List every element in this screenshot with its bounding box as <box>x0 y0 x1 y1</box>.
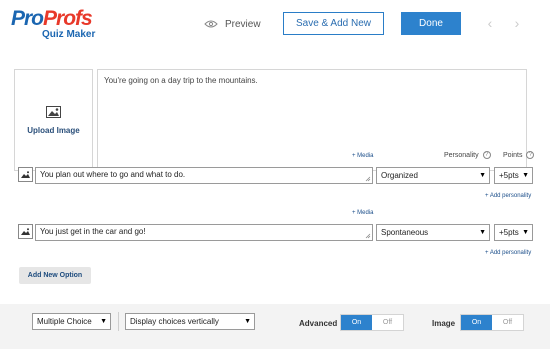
eye-icon <box>204 20 218 28</box>
logo-text-profs: Profs <box>43 7 93 30</box>
proprofs-logo: ProProfs Quiz Maker <box>11 7 101 41</box>
points-column-header: Points ? <box>503 151 535 159</box>
points-selected-value: +5pts <box>499 228 519 237</box>
preview-label: Preview <box>225 18 261 30</box>
advanced-off-option[interactable]: Off <box>372 315 403 330</box>
advanced-toggle[interactable]: On Off <box>340 314 404 331</box>
option-image-button[interactable] <box>18 167 33 182</box>
chevron-down-icon: ▼ <box>479 229 486 236</box>
image-icon <box>21 171 30 178</box>
personality-column-label: Personality <box>444 151 479 159</box>
chevron-down-icon: ▼ <box>479 172 486 179</box>
image-icon <box>46 105 61 118</box>
save-and-add-new-button[interactable]: Save & Add New <box>283 12 384 35</box>
chevron-down-icon: ▼ <box>522 172 529 179</box>
question-type-value: Multiple Choice <box>37 317 92 326</box>
image-on-option[interactable]: On <box>461 315 492 330</box>
points-selected-value: +5pts <box>499 171 519 180</box>
chevron-down-icon: ▼ <box>244 318 251 325</box>
option-text: You just get in the car and go! <box>40 227 146 236</box>
points-select[interactable]: +5pts ▼ <box>494 167 533 184</box>
chevron-down-icon: ▼ <box>522 229 529 236</box>
points-column-label: Points <box>503 151 523 159</box>
option-text: You plan out where to go and what to do. <box>40 170 186 179</box>
option-image-button[interactable] <box>18 224 33 239</box>
preview-button[interactable]: Preview <box>204 17 261 31</box>
add-new-option-button[interactable]: Add New Option <box>19 267 91 284</box>
resize-handle-icon[interactable] <box>365 176 371 182</box>
image-off-option[interactable]: Off <box>492 315 523 330</box>
chevron-down-icon: ▼ <box>100 318 107 325</box>
previous-question-arrow-icon[interactable]: ‹ <box>483 15 497 31</box>
upload-image-button[interactable]: Upload Image <box>14 69 93 171</box>
personality-select[interactable]: Organized ▼ <box>376 167 490 184</box>
add-personality-link[interactable]: + Add personality <box>485 250 531 256</box>
option-text-input[interactable]: You just get in the car and go! <box>35 224 373 241</box>
add-media-link[interactable]: + Media <box>352 153 374 159</box>
next-question-arrow-icon[interactable]: › <box>510 15 524 31</box>
question-type-select[interactable]: Multiple Choice ▼ <box>32 313 111 330</box>
add-media-link[interactable]: + Media <box>352 210 374 216</box>
image-label: Image <box>432 319 456 328</box>
display-choices-value: Display choices vertically <box>130 317 219 326</box>
logo-wordmark: ProProfs <box>11 7 93 30</box>
done-button[interactable]: Done <box>401 12 461 35</box>
personality-selected-value: Organized <box>381 171 418 180</box>
help-icon[interactable]: ? <box>482 151 491 159</box>
logo-text-pro: Pro <box>11 7 44 30</box>
option-text-input[interactable]: You plan out where to go and what to do. <box>35 167 373 184</box>
advanced-label: Advanced <box>299 319 338 328</box>
points-select[interactable]: +5pts ▼ <box>494 224 533 241</box>
image-toggle[interactable]: On Off <box>460 314 524 331</box>
add-personality-link[interactable]: + Add personality <box>485 193 531 199</box>
display-choices-select[interactable]: Display choices vertically ▼ <box>125 313 255 330</box>
help-icon[interactable]: ? <box>526 151 535 159</box>
advanced-on-option[interactable]: On <box>341 315 372 330</box>
personality-selected-value: Spontaneous <box>381 228 429 237</box>
personality-select[interactable]: Spontaneous ▼ <box>376 224 490 241</box>
resize-handle-icon[interactable] <box>365 233 371 239</box>
personality-column-header: Personality ? <box>444 151 491 159</box>
divider <box>118 312 119 331</box>
image-icon <box>21 228 30 235</box>
upload-image-label: Upload Image <box>27 125 80 135</box>
logo-subtitle: Quiz Maker <box>42 29 96 40</box>
